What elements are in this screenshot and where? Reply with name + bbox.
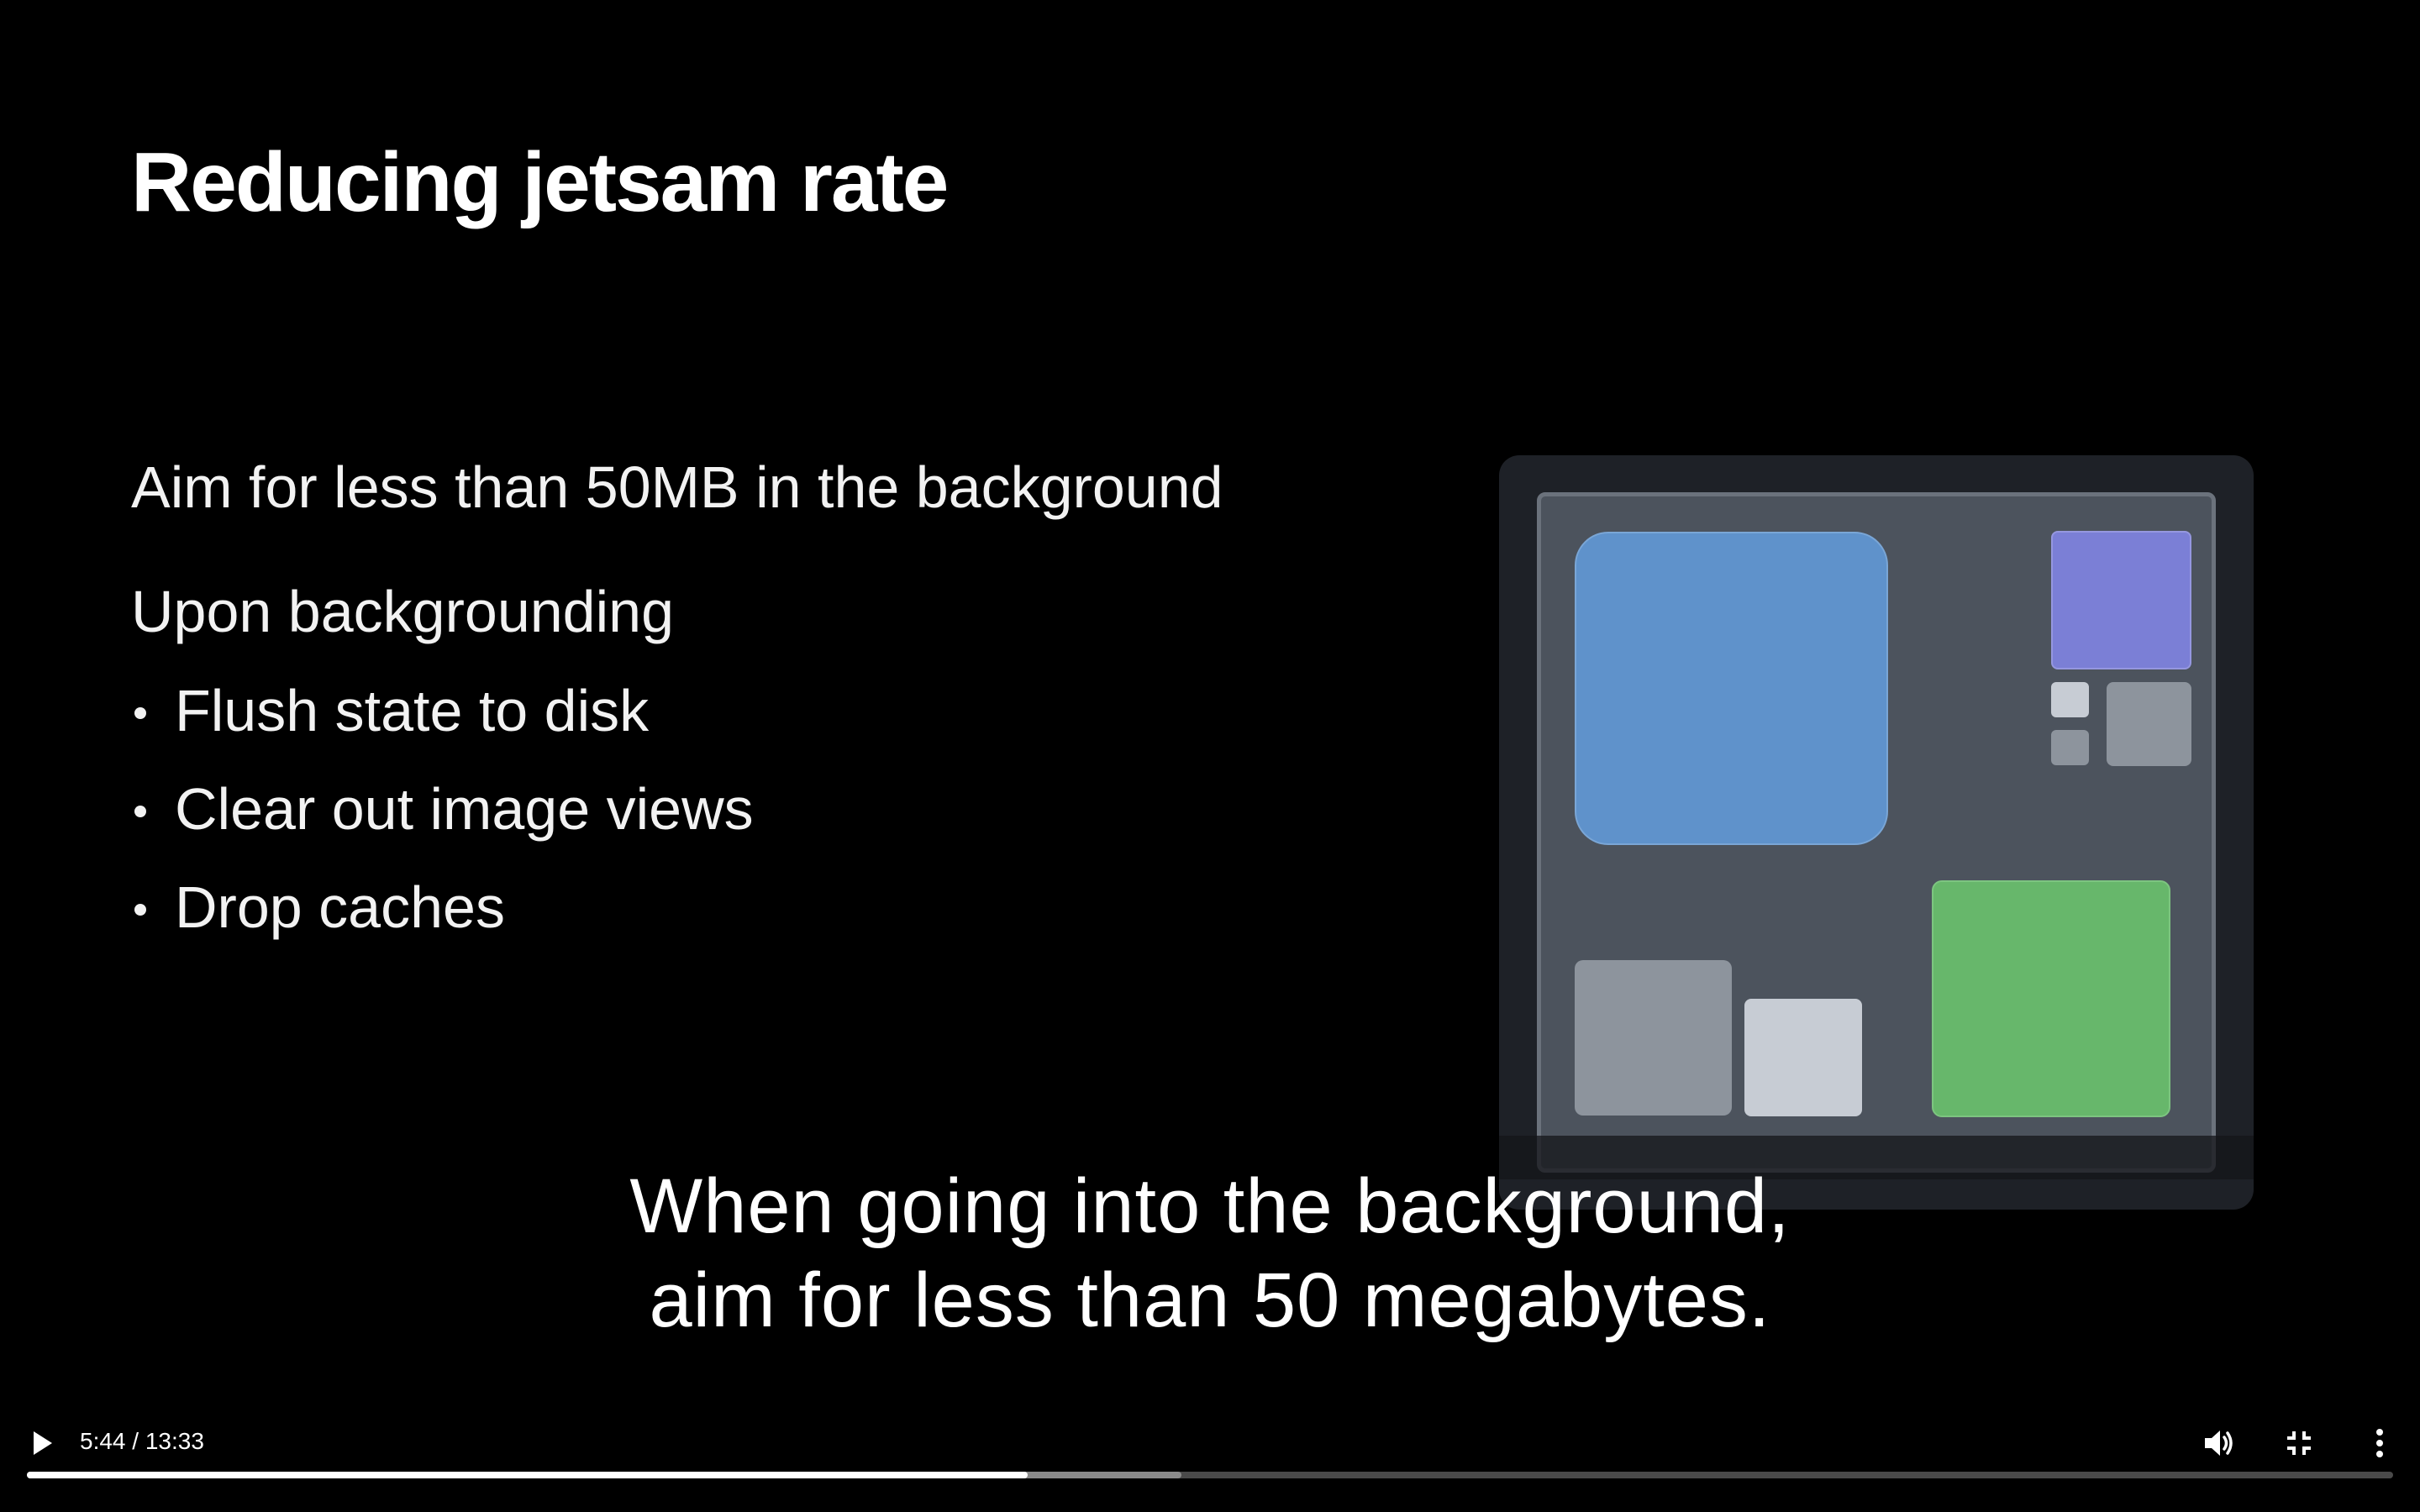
light-gray-tile bbox=[1744, 999, 1862, 1116]
volume-icon bbox=[2205, 1431, 2233, 1456]
play-button[interactable] bbox=[24, 1425, 60, 1462]
purple-tile bbox=[2051, 531, 2191, 669]
slide-line: Aim for less than 50MB in the background bbox=[131, 454, 1223, 520]
subtitle-line: aim for less than 50 megabytes. bbox=[649, 1257, 1771, 1343]
bullet-text: Drop caches bbox=[175, 874, 505, 940]
time-display: 5:44 / 13:33 bbox=[80, 1428, 204, 1454]
more-options-icon bbox=[2376, 1429, 2383, 1457]
played-bar bbox=[27, 1472, 1028, 1478]
bullet-dot-icon bbox=[134, 707, 146, 719]
bullet-text: Flush state to disk bbox=[175, 678, 650, 743]
player-controls: 5:44 / 13:33 bbox=[0, 1394, 2420, 1512]
medium-gray-tile bbox=[2107, 682, 2191, 766]
small-light-tile bbox=[2051, 682, 2089, 717]
more-options-button[interactable] bbox=[2361, 1425, 2398, 1462]
subtitle-line: When going into the background, bbox=[629, 1163, 1791, 1249]
bullet-dot-icon bbox=[134, 806, 146, 817]
subtitles: When going into the background, aim for … bbox=[0, 1159, 2420, 1347]
blue-tile bbox=[1575, 532, 1888, 845]
play-icon bbox=[34, 1431, 52, 1455]
video-player[interactable]: Reducing jetsam rate Aim for less than 5… bbox=[0, 0, 2420, 1512]
exit-fullscreen-button[interactable] bbox=[2281, 1425, 2317, 1462]
slide-title: Reducing jetsam rate bbox=[131, 135, 949, 229]
bullet-dot-icon bbox=[134, 904, 146, 916]
progress-bar[interactable] bbox=[27, 1472, 2393, 1478]
volume-button[interactable] bbox=[2200, 1425, 2237, 1462]
bullet-text: Clear out image views bbox=[175, 776, 754, 842]
green-tile bbox=[1932, 880, 2170, 1117]
small-gray-tile bbox=[2051, 730, 2089, 765]
exit-fullscreen-icon bbox=[2287, 1431, 2311, 1455]
gray-tile bbox=[1575, 960, 1732, 1116]
slide-line: Upon backgrounding bbox=[131, 579, 675, 644]
